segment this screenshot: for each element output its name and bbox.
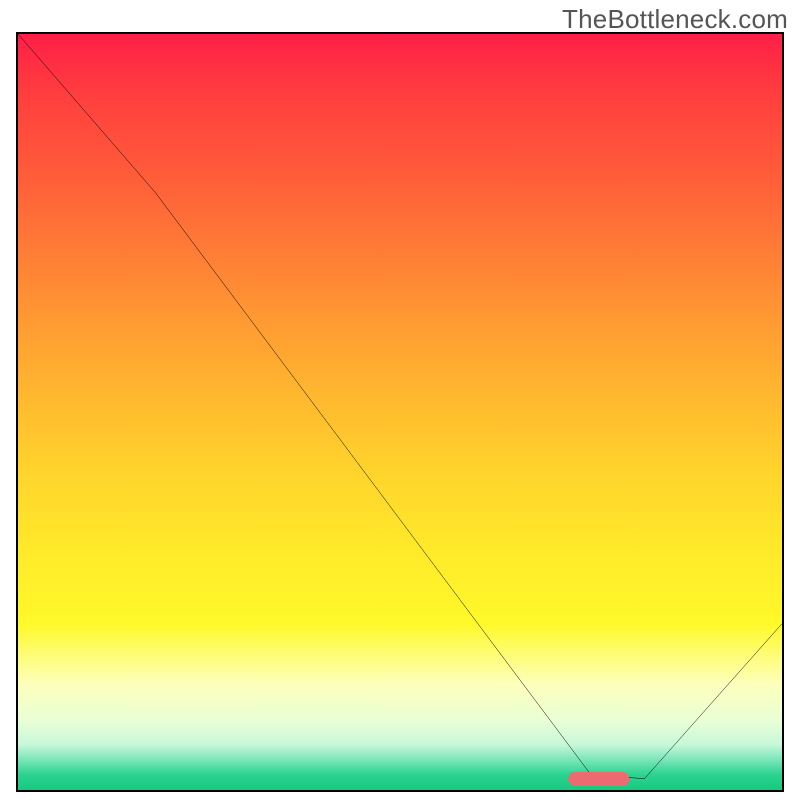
chart-container: TheBottleneck.com: [0, 0, 800, 800]
highlight-marker: [568, 772, 629, 786]
curve-line: [18, 34, 782, 779]
curve-svg: [18, 34, 782, 790]
watermark-text: TheBottleneck.com: [562, 4, 788, 35]
plot-area: [16, 32, 784, 792]
